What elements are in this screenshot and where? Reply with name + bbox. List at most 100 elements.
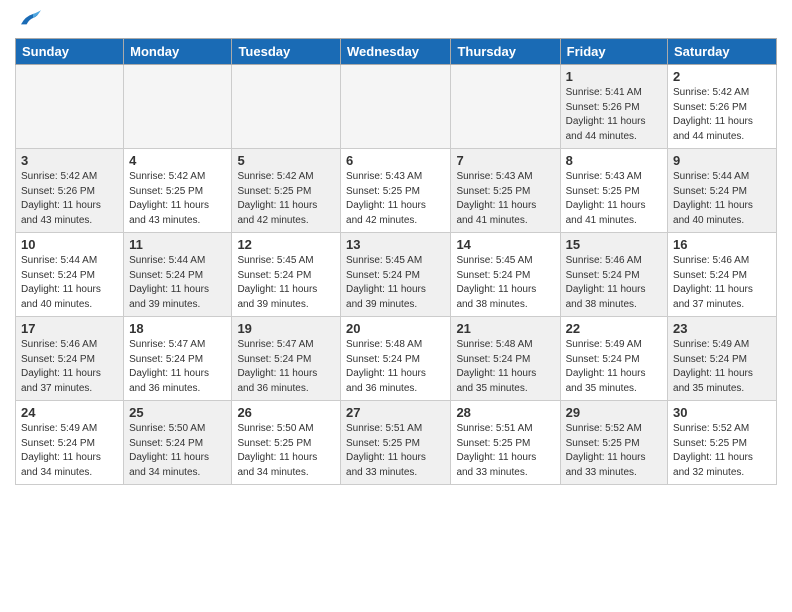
day-number: 17 [21,321,118,336]
day-info: Sunrise: 5:42 AMSunset: 5:26 PMDaylight:… [21,170,118,228]
calendar-cell: 14 Sunrise: 5:45 AMSunset: 5:24 PMDayligh… [451,233,560,317]
col-header-friday: Friday [560,39,667,65]
day-info: Sunrise: 5:44 AMSunset: 5:24 PMDaylight:… [673,170,771,228]
calendar-cell [124,65,232,149]
calendar-cell: 2Sunrise: 5:42 AMSunset: 5:26 PMDaylight… [668,65,777,149]
calendar-cell: 1 Sunrise: 5:41 AMSunset: 5:26 PMDaylight… [560,65,667,149]
week-row-1: 1 Sunrise: 5:41 AMSunset: 5:26 PMDaylight… [16,65,777,149]
day-info: Sunrise: 5:43 AMSunset: 5:25 PMDaylight:… [456,170,554,228]
day-number: 7 [456,153,554,168]
calendar-cell: 8Sunrise: 5:43 AMSunset: 5:25 PMDaylight… [560,149,667,233]
calendar-cell: 21Sunrise: 5:48 AMSunset: 5:24 PMDayligh… [451,317,560,401]
calendar-cell: 15 Sunrise: 5:46 AMSunset: 5:24 PMDayligh… [560,233,667,317]
calendar-cell: 13Sunrise: 5:45 AMSunset: 5:24 PMDayligh… [341,233,451,317]
calendar-cell: 11 Sunrise: 5:44 AMSunset: 5:24 PMDayligh… [124,233,232,317]
calendar-cell [451,65,560,149]
calendar-cell: 20Sunrise: 5:48 AMSunset: 5:24 PMDayligh… [341,317,451,401]
day-info: Sunrise: 5:42 AMSunset: 5:25 PMDaylight:… [237,170,335,228]
day-number: 14 [456,237,554,252]
week-row-2: 3 Sunrise: 5:42 AMSunset: 5:26 PMDaylight… [16,149,777,233]
day-info: Sunrise: 5:47 AMSunset: 5:24 PMDaylight:… [129,338,226,396]
day-info: Sunrise: 5:42 AMSunset: 5:26 PMDaylight:… [673,86,771,144]
day-number: 22 [566,321,662,336]
calendar-cell: 17Sunrise: 5:46 AMSunset: 5:24 PMDayligh… [16,317,124,401]
day-number: 30 [673,405,771,420]
calendar-header-row: SundayMondayTuesdayWednesdayThursdayFrid… [16,39,777,65]
day-number: 1 [566,69,662,84]
col-header-wednesday: Wednesday [341,39,451,65]
day-info: Sunrise: 5:49 AMSunset: 5:24 PMDaylight:… [673,338,771,396]
day-info: Sunrise: 5:46 AMSunset: 5:24 PMDaylight:… [566,254,662,312]
day-number: 19 [237,321,335,336]
day-info: Sunrise: 5:52 AMSunset: 5:25 PMDaylight:… [673,422,771,480]
logo-bird-icon [17,10,41,30]
col-header-monday: Monday [124,39,232,65]
day-number: 24 [21,405,118,420]
calendar-cell: 10 Sunrise: 5:44 AMSunset: 5:24 PMDayligh… [16,233,124,317]
col-header-tuesday: Tuesday [232,39,341,65]
calendar-cell: 4 Sunrise: 5:42 AMSunset: 5:25 PMDaylight… [124,149,232,233]
day-number: 27 [346,405,445,420]
day-number: 5 [237,153,335,168]
day-number: 16 [673,237,771,252]
day-number: 4 [129,153,226,168]
day-number: 26 [237,405,335,420]
col-header-saturday: Saturday [668,39,777,65]
header [15,10,777,30]
calendar-cell: 6 Sunrise: 5:43 AMSunset: 5:25 PMDaylight… [341,149,451,233]
day-info: Sunrise: 5:46 AMSunset: 5:24 PMDaylight:… [673,254,771,312]
col-header-thursday: Thursday [451,39,560,65]
calendar-cell: 28Sunrise: 5:51 AMSunset: 5:25 PMDayligh… [451,401,560,485]
calendar-cell: 23 Sunrise: 5:49 AMSunset: 5:24 PMDayligh… [668,317,777,401]
day-info: Sunrise: 5:44 AMSunset: 5:24 PMDaylight:… [129,254,226,312]
day-info: Sunrise: 5:51 AMSunset: 5:25 PMDaylight:… [346,422,445,480]
calendar-cell: 7 Sunrise: 5:43 AMSunset: 5:25 PMDaylight… [451,149,560,233]
week-row-4: 17Sunrise: 5:46 AMSunset: 5:24 PMDayligh… [16,317,777,401]
calendar-table: SundayMondayTuesdayWednesdayThursdayFrid… [15,38,777,485]
day-info: Sunrise: 5:42 AMSunset: 5:25 PMDaylight:… [129,170,226,228]
day-info: Sunrise: 5:45 AMSunset: 5:24 PMDaylight:… [237,254,335,312]
day-number: 10 [21,237,118,252]
calendar-cell [341,65,451,149]
logo [15,10,41,30]
day-info: Sunrise: 5:43 AMSunset: 5:25 PMDaylight:… [346,170,445,228]
week-row-5: 24 Sunrise: 5:49 AMSunset: 5:24 PMDayligh… [16,401,777,485]
day-number: 12 [237,237,335,252]
day-info: Sunrise: 5:47 AMSunset: 5:24 PMDaylight:… [237,338,335,396]
day-info: Sunrise: 5:44 AMSunset: 5:24 PMDaylight:… [21,254,118,312]
day-info: Sunrise: 5:45 AMSunset: 5:24 PMDaylight:… [346,254,445,312]
calendar-cell: 3 Sunrise: 5:42 AMSunset: 5:26 PMDaylight… [16,149,124,233]
calendar-cell: 30 Sunrise: 5:52 AMSunset: 5:25 PMDayligh… [668,401,777,485]
day-info: Sunrise: 5:51 AMSunset: 5:25 PMDaylight:… [456,422,554,480]
calendar-cell [232,65,341,149]
day-number: 15 [566,237,662,252]
calendar-cell: 18Sunrise: 5:47 AMSunset: 5:24 PMDayligh… [124,317,232,401]
calendar-container: SundayMondayTuesdayWednesdayThursdayFrid… [0,0,792,495]
calendar-cell: 29Sunrise: 5:52 AMSunset: 5:25 PMDayligh… [560,401,667,485]
day-number: 20 [346,321,445,336]
day-number: 11 [129,237,226,252]
day-number: 6 [346,153,445,168]
calendar-cell: 5 Sunrise: 5:42 AMSunset: 5:25 PMDaylight… [232,149,341,233]
calendar-cell: 22 Sunrise: 5:49 AMSunset: 5:24 PMDayligh… [560,317,667,401]
day-number: 23 [673,321,771,336]
day-info: Sunrise: 5:52 AMSunset: 5:25 PMDaylight:… [566,422,662,480]
day-number: 9 [673,153,771,168]
calendar-cell: 27 Sunrise: 5:51 AMSunset: 5:25 PMDayligh… [341,401,451,485]
day-number: 25 [129,405,226,420]
col-header-sunday: Sunday [16,39,124,65]
week-row-3: 10 Sunrise: 5:44 AMSunset: 5:24 PMDayligh… [16,233,777,317]
calendar-cell: 9 Sunrise: 5:44 AMSunset: 5:24 PMDaylight… [668,149,777,233]
calendar-cell: 16 Sunrise: 5:46 AMSunset: 5:24 PMDayligh… [668,233,777,317]
day-number: 3 [21,153,118,168]
day-number: 8 [566,153,662,168]
day-info: Sunrise: 5:45 AMSunset: 5:24 PMDaylight:… [456,254,554,312]
day-info: Sunrise: 5:49 AMSunset: 5:24 PMDaylight:… [21,422,118,480]
day-info: Sunrise: 5:49 AMSunset: 5:24 PMDaylight:… [566,338,662,396]
day-info: Sunrise: 5:50 AMSunset: 5:25 PMDaylight:… [237,422,335,480]
calendar-cell: 24 Sunrise: 5:49 AMSunset: 5:24 PMDayligh… [16,401,124,485]
day-info: Sunrise: 5:50 AMSunset: 5:24 PMDaylight:… [129,422,226,480]
day-info: Sunrise: 5:41 AMSunset: 5:26 PMDaylight:… [566,86,662,144]
calendar-cell [16,65,124,149]
calendar-cell: 12 Sunrise: 5:45 AMSunset: 5:24 PMDayligh… [232,233,341,317]
